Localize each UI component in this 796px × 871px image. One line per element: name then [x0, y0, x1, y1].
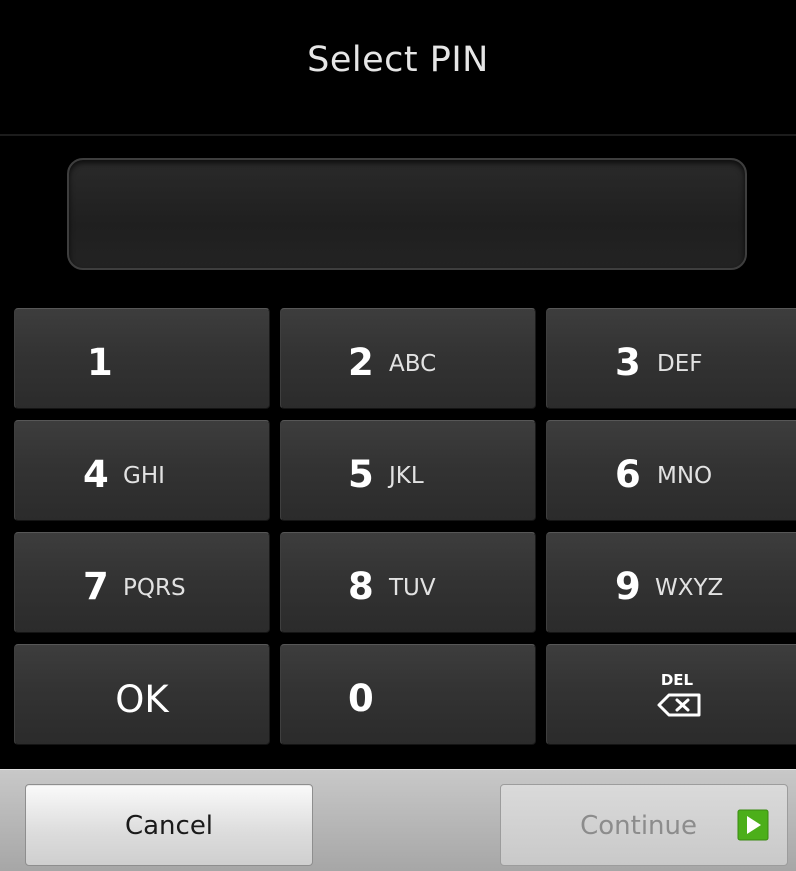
arrow-right-icon: [737, 809, 769, 841]
key-letters: GHI: [123, 463, 165, 489]
key-letters: PQRS: [123, 575, 186, 601]
pin-input[interactable]: [67, 158, 747, 270]
key-digit: 0: [348, 677, 374, 720]
select-pin-screen: Select PIN 1 2 ABC 3 DEF 4 GHI 5 JKL 6 M…: [0, 0, 796, 871]
continue-button-label: Continue: [580, 811, 697, 841]
key-letters: JKL: [389, 463, 424, 489]
key-letters: ABC: [389, 351, 437, 377]
key-digit: 7: [83, 565, 109, 608]
key-digit: 4: [83, 453, 109, 496]
key-5[interactable]: 5 JKL: [280, 420, 536, 521]
cancel-button[interactable]: Cancel: [25, 784, 313, 866]
key-2[interactable]: 2 ABC: [280, 308, 536, 409]
cancel-button-label: Cancel: [124, 811, 214, 841]
key-letters: WXYZ: [655, 575, 724, 601]
ok-key[interactable]: OK: [14, 644, 270, 745]
key-digit: 6: [615, 453, 641, 496]
key-8[interactable]: 8 TUV: [280, 532, 536, 633]
key-0[interactable]: 0: [280, 644, 536, 745]
page-title: Select PIN: [307, 40, 489, 80]
key-digit: 5: [348, 453, 374, 496]
key-letters: DEF: [657, 351, 703, 377]
key-letters: MNO: [657, 463, 713, 489]
key-letters: TUV: [389, 575, 436, 601]
key-digit: 3: [615, 341, 641, 384]
bottom-button-bar: Cancel Continue: [0, 769, 796, 871]
key-3[interactable]: 3 DEF: [546, 308, 796, 409]
header-bar: Select PIN: [0, 0, 796, 136]
backspace-icon: DEL: [657, 671, 701, 717]
key-4[interactable]: 4 GHI: [14, 420, 270, 521]
delete-key[interactable]: DEL: [546, 644, 796, 745]
ok-key-label: OK: [115, 678, 169, 721]
key-digit: 8: [348, 565, 374, 608]
key-9[interactable]: 9 WXYZ: [546, 532, 796, 633]
key-7[interactable]: 7 PQRS: [14, 532, 270, 633]
key-digit: 2: [348, 341, 374, 384]
key-digit: 9: [615, 565, 641, 608]
delete-label: DEL: [661, 671, 694, 689]
key-6[interactable]: 6 MNO: [546, 420, 796, 521]
key-digit: 1: [87, 341, 113, 384]
continue-button[interactable]: Continue: [500, 784, 788, 866]
key-1[interactable]: 1: [14, 308, 270, 409]
